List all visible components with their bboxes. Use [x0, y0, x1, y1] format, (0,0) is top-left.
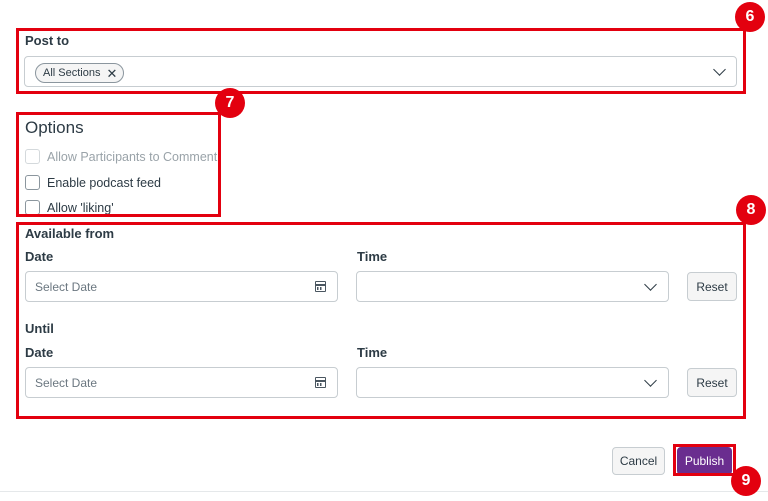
annotation-badge-8: 8: [736, 195, 766, 225]
annotation-badge-6: 6: [735, 2, 765, 32]
footer-divider: [0, 491, 768, 492]
annotation-badge-9: 9: [731, 466, 761, 496]
cancel-button[interactable]: Cancel: [612, 447, 665, 475]
highlight-box-options: [16, 112, 221, 217]
highlight-box-post-to: [16, 28, 746, 94]
highlight-box-availability: [16, 222, 746, 419]
highlight-box-publish: [673, 444, 736, 476]
annotation-badge-7: 7: [215, 88, 245, 118]
